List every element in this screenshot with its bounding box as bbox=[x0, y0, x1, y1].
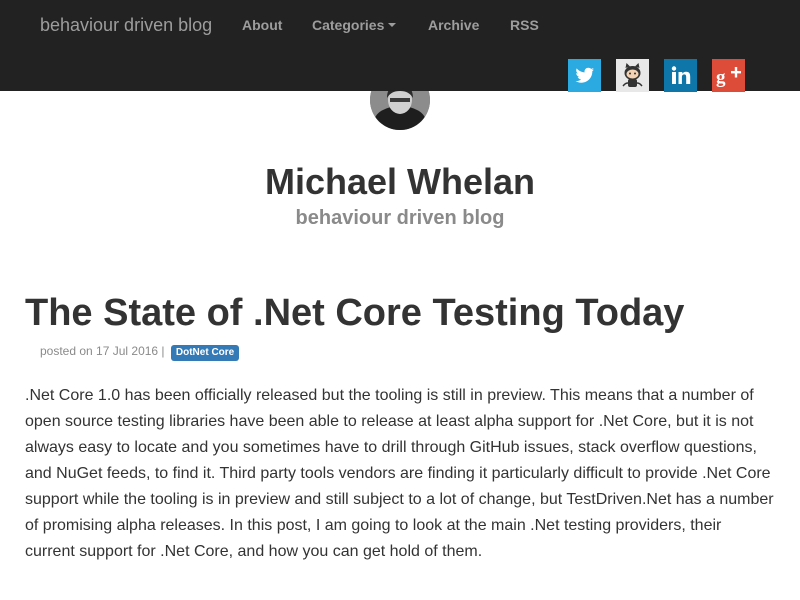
svg-text:g: g bbox=[716, 67, 726, 88]
nav-archive[interactable]: Archive bbox=[428, 17, 479, 34]
nav-categories-label: Categories bbox=[312, 17, 385, 33]
brand-link[interactable]: behaviour driven blog bbox=[40, 14, 212, 36]
linkedin-icon[interactable] bbox=[664, 59, 697, 92]
github-icon[interactable] bbox=[616, 59, 649, 92]
post-body: .Net Core 1.0 has been officially releas… bbox=[25, 387, 774, 560]
post-date: posted on 17 Jul 2016 | bbox=[40, 344, 165, 358]
google-plus-icon[interactable]: g bbox=[712, 59, 745, 92]
caret-down-icon bbox=[388, 23, 397, 28]
twitter-icon[interactable] bbox=[568, 59, 601, 92]
post-title[interactable]: The State of .Net Core Testing Today bbox=[25, 289, 684, 337]
site-subtitle: behaviour driven blog bbox=[295, 207, 505, 229]
nav-about[interactable]: About bbox=[242, 17, 282, 34]
navbar: behaviour driven blog About Categories A… bbox=[0, 0, 800, 92]
post-meta: posted on 17 Jul 2016 | DotNet Core bbox=[40, 343, 240, 361]
category-tag[interactable]: DotNet Core bbox=[170, 345, 240, 361]
nav-rss[interactable]: RSS bbox=[510, 17, 539, 34]
nav-categories[interactable]: Categories bbox=[312, 17, 397, 34]
site-title: Michael Whelan bbox=[264, 161, 536, 202]
